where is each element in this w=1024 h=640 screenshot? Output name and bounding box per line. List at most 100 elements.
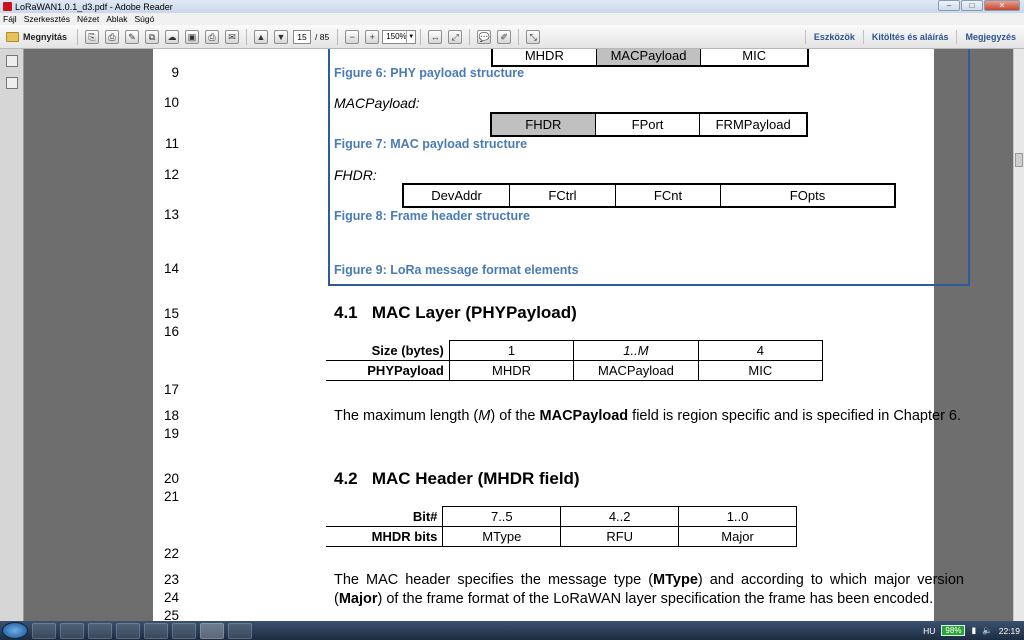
figure-label: FHDR: bbox=[334, 167, 377, 183]
diagram-cell: DevAddr bbox=[404, 185, 510, 206]
save-icon[interactable]: ▣ bbox=[185, 29, 200, 44]
close-button[interactable]: ✕ bbox=[984, 0, 1020, 11]
app-icon[interactable] bbox=[88, 622, 112, 639]
zoom-out-icon[interactable]: − bbox=[345, 29, 360, 44]
separator bbox=[420, 28, 422, 45]
toolbar: Megnyitás ⎘ ⎙ ✎ ⧉ ☁ ▣ ⎙ ✉ ▲ ▼ 15 / 85 − … bbox=[0, 25, 1024, 49]
expand-icon[interactable]: ⤡ bbox=[526, 29, 541, 44]
diagram-cell: FPort bbox=[596, 114, 701, 135]
chrome-icon[interactable] bbox=[116, 622, 140, 639]
table-cell: 1 bbox=[448, 340, 575, 361]
table-cell: 4..2 bbox=[560, 506, 680, 527]
line-number: 15 bbox=[163, 306, 179, 321]
zoom-select[interactable]: 150% ▼ bbox=[382, 29, 417, 44]
language-indicator[interactable]: HU bbox=[923, 626, 935, 636]
table-cell: 1..M bbox=[573, 340, 699, 361]
open-button[interactable]: Megnyitás bbox=[0, 31, 73, 42]
battery-indicator[interactable]: 98% bbox=[941, 625, 966, 636]
chevron-down-icon: ▼ bbox=[406, 30, 415, 43]
table-row-label: PHYPayload bbox=[326, 360, 450, 381]
create-pdf-icon[interactable]: ⎘ bbox=[85, 29, 100, 44]
comment-button[interactable]: Megjegyzés bbox=[956, 30, 1024, 44]
fill-sign-button[interactable]: Kitöltés és aláírás bbox=[862, 30, 957, 44]
maximize-button[interactable]: □ bbox=[961, 0, 983, 11]
line-number: 12 bbox=[163, 167, 179, 182]
print-icon[interactable]: ⎙ bbox=[205, 29, 220, 44]
diagram-cell: MIC bbox=[742, 49, 767, 63]
diagram-cell: FCnt bbox=[616, 185, 721, 206]
comment-icon[interactable]: 💬 bbox=[477, 29, 492, 44]
tools-button[interactable]: Eszközök bbox=[804, 30, 863, 44]
network-icon[interactable]: ▮ bbox=[971, 625, 976, 636]
media-player-icon[interactable] bbox=[60, 622, 84, 639]
menu-file[interactable]: Fájl bbox=[3, 14, 17, 24]
export-pdf-icon[interactable]: ⎙ bbox=[105, 29, 120, 44]
line-number: 23 bbox=[163, 572, 179, 587]
table-row-label: MHDR bits bbox=[326, 526, 444, 547]
line-number: 13 bbox=[163, 207, 179, 222]
section-number: 4.1 bbox=[334, 303, 358, 322]
line-number: 19 bbox=[163, 426, 179, 441]
previous-page-icon[interactable]: ▲ bbox=[254, 29, 269, 44]
section-heading: 4.1 MAC Layer (PHYPayload) bbox=[334, 303, 577, 323]
document-view[interactable]: MHDR MACPayload MIC 9 Figure 6: PHY payl… bbox=[24, 49, 1013, 621]
zoom-in-icon[interactable]: + bbox=[365, 29, 380, 44]
fit-width-icon[interactable]: ↔ bbox=[428, 29, 443, 44]
figure-frame bbox=[328, 49, 970, 286]
adobe-reader-icon bbox=[3, 2, 12, 11]
text: Major bbox=[338, 590, 378, 607]
start-button[interactable] bbox=[2, 622, 28, 639]
diagram-cell: FHDR bbox=[492, 114, 596, 135]
text: MType bbox=[653, 572, 698, 588]
email-icon[interactable]: ✉ bbox=[225, 29, 240, 44]
separator bbox=[337, 28, 339, 45]
vertical-scrollbar[interactable] bbox=[1013, 49, 1024, 621]
fit-page-icon[interactable]: ⤢ bbox=[448, 29, 463, 44]
app-icon[interactable] bbox=[144, 622, 168, 639]
figure-caption: Figure 7: MAC payload structure bbox=[334, 137, 528, 151]
figure-label: MACPayload: bbox=[334, 95, 420, 111]
page-number-input[interactable]: 15 bbox=[293, 29, 312, 44]
menu-bar: Fájl Szerkesztés Nézet Ablak Súgó bbox=[0, 13, 1024, 25]
line-number: 9 bbox=[171, 65, 179, 80]
line-number: 20 bbox=[163, 471, 179, 486]
diagram-cell: MHDR bbox=[493, 49, 597, 65]
separator bbox=[246, 28, 248, 45]
clock[interactable]: 22:19 bbox=[999, 626, 1020, 636]
table-cell: 7..5 bbox=[442, 506, 562, 527]
minimize-button[interactable]: – bbox=[938, 0, 960, 11]
mhdr-table: Bit# 7..5 4..2 1..0 MHDR bits MType RFU … bbox=[326, 506, 797, 547]
paragraph-mac-header: The MAC header specifies the message typ… bbox=[334, 571, 964, 608]
line-number: 18 bbox=[163, 408, 179, 423]
table-row-label: Bit# bbox=[326, 506, 444, 527]
scrollbar-thumb[interactable] bbox=[1015, 153, 1023, 167]
title-bar: LoRaWAN1.0.1_d3.pdf - Adobe Reader – □ ✕ bbox=[0, 0, 1024, 13]
menu-edit[interactable]: Szerkesztés bbox=[24, 14, 70, 24]
figure-caption: Figure 6: PHY payload structure bbox=[334, 66, 525, 80]
phy-payload-diagram: MHDR MACPayload MIC bbox=[491, 49, 809, 67]
adobe-reader-icon[interactable] bbox=[200, 622, 224, 639]
text: ) of the bbox=[490, 408, 540, 424]
separator bbox=[77, 28, 79, 45]
menu-window[interactable]: Ablak bbox=[106, 14, 127, 24]
menu-help[interactable]: Súgó bbox=[134, 14, 154, 24]
open-label: Megnyitás bbox=[23, 31, 68, 42]
explorer-icon[interactable] bbox=[32, 622, 56, 639]
next-page-icon[interactable]: ▼ bbox=[274, 29, 289, 44]
powerpoint-icon[interactable] bbox=[172, 622, 196, 639]
pages-icon[interactable] bbox=[5, 55, 18, 67]
mac-payload-diagram: FHDR FPort FRMPayload bbox=[490, 112, 808, 137]
zoom-value: 150% bbox=[386, 31, 407, 41]
cloud-upload-icon[interactable]: ☁ bbox=[165, 29, 180, 44]
edit-pdf-icon[interactable]: ✎ bbox=[125, 29, 140, 44]
attachment-icon[interactable] bbox=[5, 77, 18, 89]
table-cell: 4 bbox=[697, 340, 824, 361]
table-cell: Major bbox=[678, 526, 797, 547]
line-number: 10 bbox=[163, 95, 179, 110]
volume-icon[interactable]: 🔈 bbox=[982, 625, 993, 636]
app-icon[interactable] bbox=[228, 622, 252, 639]
menu-view[interactable]: Nézet bbox=[77, 14, 99, 24]
navigation-panel bbox=[0, 49, 24, 621]
combine-icon[interactable]: ⧉ bbox=[145, 29, 160, 44]
highlight-icon[interactable]: ✐ bbox=[497, 29, 512, 44]
